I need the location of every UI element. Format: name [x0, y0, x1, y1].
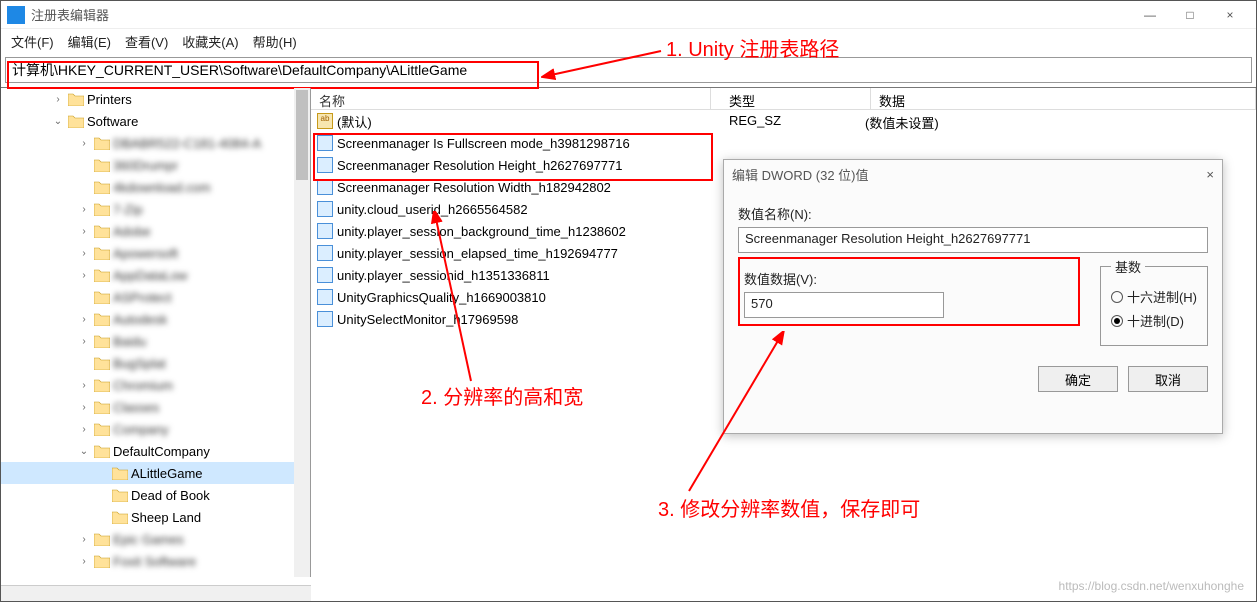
annotation-text-2: 2. 分辨率的高和宽	[421, 381, 583, 410]
tree-printers[interactable]: Printers	[87, 92, 132, 107]
value-name-field[interactable]: Screenmanager Resolution Height_h2627697…	[738, 227, 1208, 253]
list-row: unity.player_sessionid_h1351336811	[311, 264, 721, 286]
tree-defaultcompany[interactable]: DefaultCompany	[113, 444, 210, 459]
tree-software[interactable]: Software	[87, 114, 138, 129]
tree-view[interactable]: ›Printers ⌄Software ›DBABR522-C181-4084-…	[1, 88, 311, 577]
list-row: UnitySelectMonitor_h17969598	[311, 308, 721, 330]
list-row: unity.cloud_userid_h2665564582	[311, 198, 721, 220]
regbin-icon	[317, 311, 333, 327]
tree-item[interactable]: 4kdownload.com	[113, 180, 211, 195]
list-row: unity.player_session_background_time_h12…	[311, 220, 721, 242]
address-text: 计算机\HKEY_CURRENT_USER\Software\DefaultCo…	[12, 60, 467, 80]
value-name-label: 数值名称(N):	[738, 204, 1208, 223]
list-row: Screenmanager Resolution Width_h18294280…	[311, 176, 721, 198]
dialog-close-icon[interactable]: ×	[1206, 167, 1214, 182]
list-row: unity.player_session_elapsed_time_h19269…	[311, 242, 721, 264]
type-value: REG_SZ	[729, 113, 781, 132]
tree-item[interactable]: Foxit Software	[113, 554, 196, 569]
app-icon	[7, 6, 25, 24]
base-fieldset: 基数 十六进制(H) 十进制(D)	[1100, 257, 1208, 346]
close-button[interactable]: ×	[1210, 3, 1250, 27]
regbin-icon	[317, 223, 333, 239]
menu-edit[interactable]: 编辑(E)	[68, 32, 111, 51]
tree-item[interactable]: BugSplat	[113, 356, 166, 371]
menu-help[interactable]: 帮助(H)	[253, 32, 297, 51]
col-name[interactable]: 名称	[311, 88, 711, 109]
regbin-icon	[317, 201, 333, 217]
annotation-text-1: 1. Unity 注册表路径	[666, 33, 839, 62]
regsz-icon: ab	[317, 113, 333, 129]
ok-button[interactable]: 确定	[1038, 366, 1118, 392]
regbin-icon	[317, 179, 333, 195]
list-row: Screenmanager Is Fullscreen mode_h398129…	[311, 132, 721, 154]
radio-hex[interactable]: 十六进制(H)	[1111, 287, 1197, 306]
tree-item[interactable]: ASProtect	[113, 290, 172, 305]
edit-dword-dialog: 编辑 DWORD (32 位)值 × 数值名称(N): Screenmanage…	[723, 159, 1223, 434]
regbin-icon	[317, 157, 333, 173]
list-row: ab(默认)	[311, 110, 721, 132]
radio-dec[interactable]: 十进制(D)	[1111, 311, 1197, 330]
tree-item[interactable]: Adobe	[113, 224, 151, 239]
list-row: Screenmanager Resolution Height_h2627697…	[311, 154, 721, 176]
value-data-label: 数值数据(V):	[744, 269, 1074, 288]
maximize-button[interactable]: □	[1170, 3, 1210, 27]
tree-item[interactable]: AppDataLow	[113, 268, 187, 283]
tree-item[interactable]: 7-Zip	[113, 202, 143, 217]
address-bar[interactable]: 计算机\HKEY_CURRENT_USER\Software\DefaultCo…	[5, 57, 1252, 83]
tree-item[interactable]: Autodesk	[113, 312, 167, 327]
regbin-icon	[317, 245, 333, 261]
horizontal-scrollbar[interactable]	[1, 585, 311, 601]
col-data[interactable]: 数据	[871, 88, 1256, 109]
menu-view[interactable]: 查看(V)	[125, 32, 168, 51]
tree-item[interactable]: Classes	[113, 400, 159, 415]
tree-item[interactable]: DBABR522-C181-4084-A	[113, 136, 261, 151]
menu-file[interactable]: 文件(F)	[11, 32, 54, 51]
minimize-button[interactable]: —	[1130, 3, 1170, 27]
annotation-box-3: 数值数据(V): 570	[738, 257, 1080, 326]
annotation-text-3: 3. 修改分辨率数值，保存即可	[658, 493, 920, 522]
scrollbar-thumb[interactable]	[296, 90, 308, 180]
tree-item[interactable]: Chromium	[113, 378, 173, 393]
tree-item[interactable]: Epic Games	[113, 532, 184, 547]
tree-alittlegame[interactable]: ALittleGame	[131, 466, 203, 481]
base-legend: 基数	[1111, 257, 1145, 276]
menu-favorites[interactable]: 收藏夹(A)	[182, 32, 238, 51]
value-data-field[interactable]: 570	[744, 292, 944, 318]
tree-item[interactable]: Company	[113, 422, 169, 437]
list-row: UnityGraphicsQuality_h1669003810	[311, 286, 721, 308]
dialog-title: 编辑 DWORD (32 位)值	[732, 165, 869, 184]
tree-item[interactable]: Baidu	[113, 334, 146, 349]
titlebar: 注册表编辑器 — □ ×	[1, 1, 1256, 29]
regbin-icon	[317, 289, 333, 305]
regbin-icon	[317, 135, 333, 151]
window-title: 注册表编辑器	[31, 5, 109, 24]
menubar: 文件(F) 编辑(E) 查看(V) 收藏夹(A) 帮助(H)	[1, 29, 1256, 53]
cancel-button[interactable]: 取消	[1128, 366, 1208, 392]
watermark: https://blog.csdn.net/wenxuhonghe	[1059, 579, 1244, 593]
tree-item[interactable]: 360Drumpr	[113, 158, 178, 173]
data-value: (数值未设置)	[865, 113, 939, 132]
tree-deadofbook[interactable]: Dead of Book	[131, 488, 210, 503]
regbin-icon	[317, 267, 333, 283]
tree-item[interactable]: Apowersoft	[113, 246, 178, 261]
tree-sheepland[interactable]: Sheep Land	[131, 510, 201, 525]
col-type[interactable]: 类型	[721, 88, 871, 109]
